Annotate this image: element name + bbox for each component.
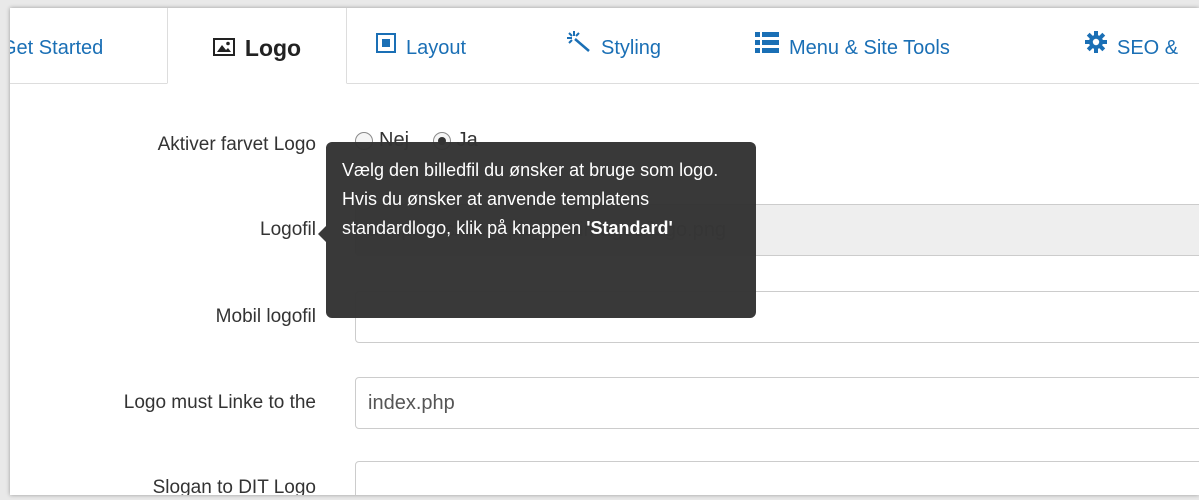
tab-styling[interactable]: Styling xyxy=(567,8,661,83)
gear-icon xyxy=(1085,8,1107,87)
tab-logo[interactable]: Logo xyxy=(167,8,347,84)
tab-label: Get Started xyxy=(10,37,104,59)
logo-file-label: Logofil xyxy=(260,219,316,240)
list-icon xyxy=(755,8,779,87)
slogan-input[interactable] xyxy=(355,461,1199,495)
tab-label: SEO & xyxy=(1117,37,1179,59)
tab-seo[interactable]: SEO & xyxy=(1085,8,1178,83)
tab-get-started[interactable]: Get Started xyxy=(10,8,103,83)
magic-wand-icon xyxy=(567,8,591,87)
tab-label: Logo xyxy=(244,35,302,61)
tooltip-bold-text: 'Standard' xyxy=(586,218,673,238)
mobile-logo-label: Mobil logofil xyxy=(215,306,316,327)
tab-bar: Get Started Logo Layout Styling Menu & S… xyxy=(10,8,1199,84)
tooltip-arrow xyxy=(318,226,326,242)
logo-file-tooltip: Vælg den billedfil du ønsker at bruge so… xyxy=(318,142,756,318)
colored-logo-label: Aktiver farvet Logo xyxy=(157,134,316,155)
logo-link-input[interactable] xyxy=(355,377,1199,429)
layout-square-icon xyxy=(376,8,396,87)
image-icon xyxy=(212,8,235,88)
tab-menu-site-tools[interactable]: Menu & Site Tools xyxy=(755,8,950,83)
tab-label: Layout xyxy=(406,37,467,59)
tab-label: Menu & Site Tools xyxy=(789,37,950,59)
logo-link-label: Logo must Linke to the xyxy=(123,392,316,413)
tab-label: Styling xyxy=(601,37,662,59)
template-settings-panel: Get Started Logo Layout Styling Menu & S… xyxy=(10,8,1199,495)
tab-layout[interactable]: Layout xyxy=(376,8,466,83)
slogan-label: Slogan to DIT Logo xyxy=(152,477,316,495)
